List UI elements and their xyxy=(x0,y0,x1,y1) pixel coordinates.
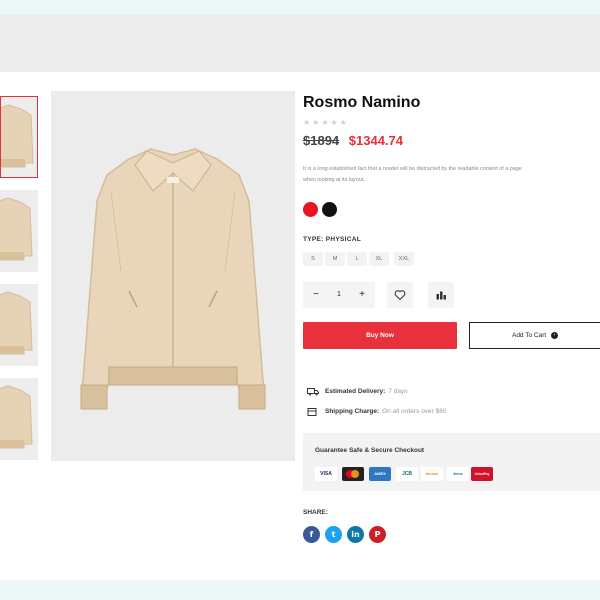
buy-now-button[interactable]: Buy Now xyxy=(303,322,457,349)
description-line-2: when looking at its layout. xyxy=(303,177,365,183)
sale-price: $1344.74 xyxy=(348,133,404,148)
secure-checkout-title: Guarantee Safe & Secure Checkout xyxy=(315,447,425,454)
product-type: TYPE: PHYSICAL xyxy=(303,236,362,243)
quantity-value[interactable]: 1 xyxy=(332,282,346,308)
visa-card-icon: VISA xyxy=(315,467,337,481)
size-option-xl[interactable]: XL xyxy=(369,252,389,266)
quantity-decrease-button[interactable]: − xyxy=(309,282,323,308)
description-line-1: It is a long established fact that a rea… xyxy=(303,166,522,172)
jacket-image xyxy=(80,148,266,410)
old-price: $1894 xyxy=(303,133,340,148)
facebook-icon[interactable]: f xyxy=(303,526,320,543)
estimated-delivery-label: Estimated Delivery: xyxy=(325,388,386,395)
secure-checkout-box: Guarantee Safe & Secure Checkout VISA ma… xyxy=(303,433,600,491)
product-title: Rosmo Namino xyxy=(303,94,421,111)
size-option-xxl[interactable]: XXL xyxy=(394,252,414,266)
color-swatch-red[interactable] xyxy=(303,202,318,217)
thumbnail-3[interactable] xyxy=(0,284,38,366)
box-icon xyxy=(307,408,317,416)
truck-icon xyxy=(307,388,319,396)
product-description: It is a long established fact that a rea… xyxy=(303,164,600,186)
product-section: Rosmo Namino ★★★★★ $1894 $1344.74 It is … xyxy=(0,72,600,580)
thumbnail-1[interactable] xyxy=(0,96,38,178)
shipping-charge-label: Shipping Charge: xyxy=(325,408,380,415)
wishlist-button[interactable] xyxy=(387,282,413,308)
quantity-increase-button[interactable]: + xyxy=(355,282,369,308)
add-to-cart-label: Add To Cart xyxy=(511,332,547,339)
thumbnail-4[interactable] xyxy=(0,378,38,460)
rating-stars: ★★★★★ xyxy=(303,118,349,127)
size-option-m[interactable]: M xyxy=(325,252,345,266)
size-option-s[interactable]: S xyxy=(303,252,323,266)
discover-card-icon: discover xyxy=(421,467,443,481)
price-row: $1894 $1344.74 xyxy=(303,133,403,148)
product-main-image[interactable] xyxy=(51,91,295,461)
mastercard-icon: mastercard xyxy=(342,467,364,481)
jcb-card-icon: JCB xyxy=(396,467,418,481)
amex-card-icon: AMEX xyxy=(369,467,391,481)
estimated-delivery-value: 7 days xyxy=(388,388,408,395)
compare-icon xyxy=(436,291,446,300)
color-swatch-black[interactable] xyxy=(322,202,337,217)
twitter-icon[interactable]: t xyxy=(325,526,342,543)
linkedin-icon[interactable]: in xyxy=(347,526,364,543)
arrow-right-icon: › xyxy=(551,331,559,339)
size-option-l[interactable]: L xyxy=(347,252,367,266)
compare-button[interactable] xyxy=(428,282,454,308)
quantity-stepper: − 1 + xyxy=(303,282,375,308)
heart-icon xyxy=(394,290,406,301)
add-to-cart-button[interactable]: Add To Cart › xyxy=(469,322,600,349)
thumbnail-2[interactable] xyxy=(0,190,38,272)
share-label: SHARE: xyxy=(303,509,328,516)
pinterest-icon[interactable]: P xyxy=(369,526,386,543)
header-band xyxy=(0,15,600,72)
diners-card-icon: diners xyxy=(447,467,469,481)
unionpay-card-icon: UnionPay xyxy=(471,467,493,481)
shipping-charge-value: On all orders over $60 xyxy=(382,408,447,415)
